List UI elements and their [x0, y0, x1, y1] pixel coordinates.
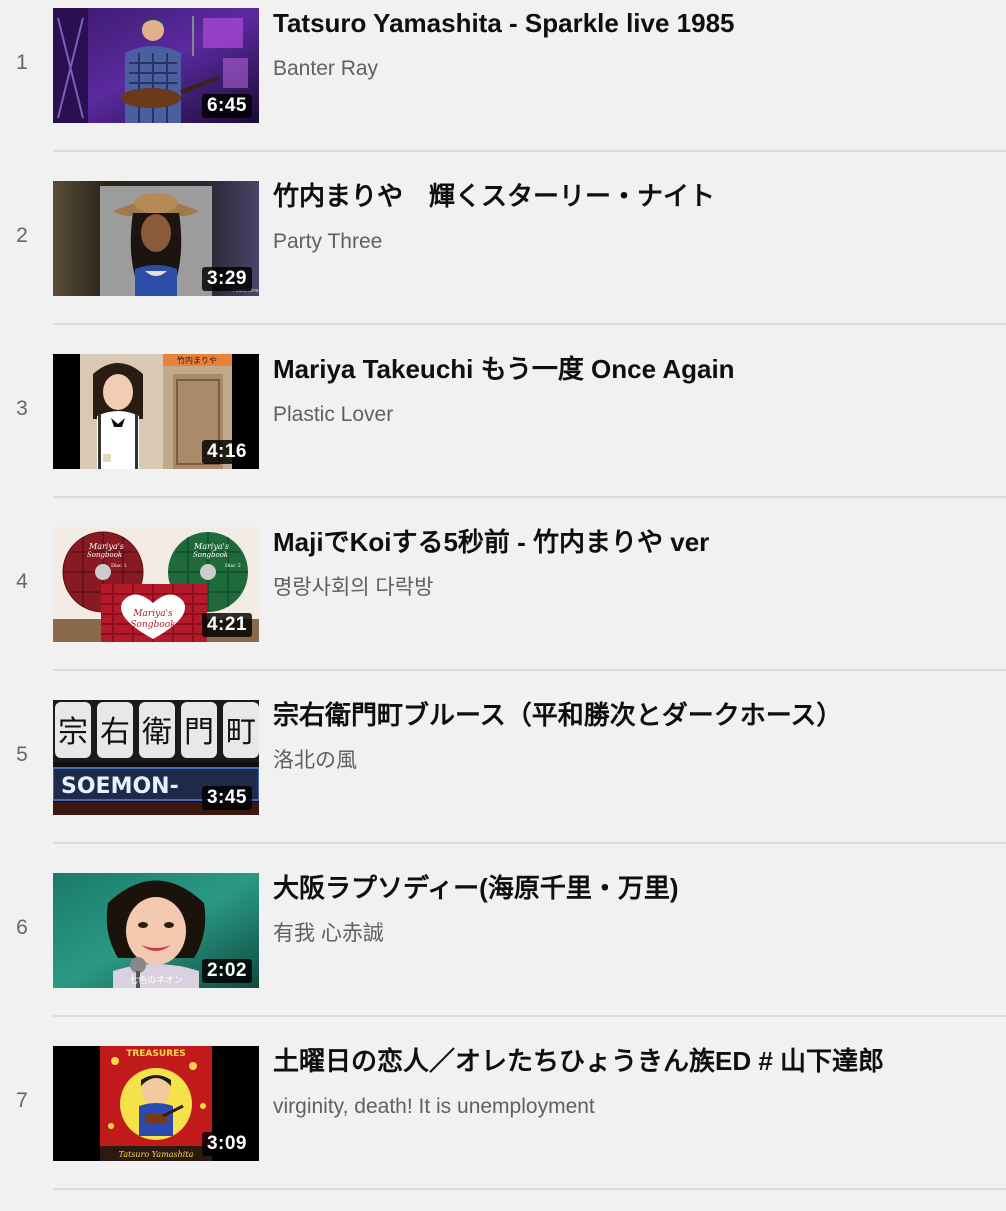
video-thumbnail[interactable]: TREASURES Tatsuro Yamashita 3:09: [53, 1046, 259, 1161]
video-title[interactable]: Tatsuro Yamashita - Sparkle live 1985: [273, 6, 993, 40]
video-duration: 4:21: [201, 613, 252, 637]
svg-text:TREASURES: TREASURES: [126, 1049, 186, 1059]
video-duration: 3:09: [201, 1132, 252, 1156]
item-index: 4: [16, 570, 28, 593]
svg-text:宗: 宗: [58, 715, 88, 750]
video-title[interactable]: Mariya Takeuchi もう一度 Once Again: [273, 352, 993, 386]
svg-text:Songbook: Songbook: [193, 551, 228, 559]
row-divider: [53, 842, 1006, 844]
video-thumbnail[interactable]: 七色のネオン 2:02: [53, 873, 259, 988]
row-divider: [53, 1188, 1006, 1190]
video-title[interactable]: 宗右衛門町ブルース（平和勝次とダークホース）: [273, 698, 993, 732]
svg-text:七色のネオン: 七色のネオン: [129, 974, 183, 986]
video-thumbnail[interactable]: 6:45: [53, 8, 259, 123]
playlist-item[interactable]: 1 6:45 Tatsuro Yamashita - Sparkle live …: [0, 0, 1006, 173]
item-index: 3: [16, 397, 28, 420]
playlist-item[interactable]: 2 PowerDire 3:29 竹内まりや 輝くスターリー・ナイト Party…: [0, 173, 1006, 346]
row-divider: [53, 1015, 1006, 1017]
playlist: 1 6:45 Tatsuro Yamashita - Sparkle live …: [0, 0, 1006, 1200]
svg-text:SOEMON-: SOEMON-: [61, 774, 179, 799]
video-thumbnail[interactable]: 宗 右 衛 門 町 SOEMON- 3:45: [53, 700, 259, 815]
svg-text:門: 門: [184, 715, 214, 750]
row-divider: [53, 669, 1006, 671]
channel-name[interactable]: 명랑사회의 다락방: [273, 575, 433, 601]
video-title[interactable]: 大阪ラプソディー(海原千里・万里): [273, 871, 993, 905]
svg-text:Mariya's: Mariya's: [132, 609, 173, 619]
video-thumbnail[interactable]: PowerDirector 3:29: [53, 181, 259, 296]
video-title[interactable]: 土曜日の恋人／オレたちひょうきん族ED # 山下達郎: [273, 1044, 993, 1078]
video-thumbnail[interactable]: 竹内まりや 4:16: [53, 354, 259, 469]
item-index: 2: [16, 224, 28, 247]
playlist-item[interactable]: 3 竹内まりや 4:16 Mariya Takeuchi もう一度 Once A…: [0, 346, 1006, 519]
svg-text:右: 右: [100, 715, 130, 750]
channel-name[interactable]: Party Three: [273, 229, 382, 255]
row-divider: [53, 496, 1006, 498]
channel-name[interactable]: virginity, death! It is unemployment: [273, 1094, 595, 1120]
video-title[interactable]: 竹内まりや 輝くスターリー・ナイト: [273, 179, 993, 213]
item-index: 7: [16, 1089, 28, 1112]
item-index: 5: [16, 743, 28, 766]
playlist-item[interactable]: 5 宗 右 衛 門 町 SOEMON- 3:45 宗右衛門町ブルース（平和勝次と…: [0, 692, 1006, 865]
row-divider: [53, 150, 1006, 152]
svg-text:Songbook: Songbook: [130, 620, 175, 630]
item-index: 6: [16, 916, 28, 939]
channel-name[interactable]: 有我 心赤誠: [273, 921, 384, 947]
svg-text:衛: 衛: [142, 715, 172, 750]
svg-text:町: 町: [226, 715, 256, 750]
video-duration: 4:16: [201, 440, 252, 464]
svg-text:竹内まりや: 竹内まりや: [177, 355, 217, 365]
svg-text:Songbook: Songbook: [87, 551, 122, 559]
channel-name[interactable]: Banter Ray: [273, 56, 378, 82]
channel-name[interactable]: Plastic Lover: [273, 402, 393, 428]
svg-text:Disc 1: Disc 1: [111, 563, 127, 569]
video-title[interactable]: MajiでKoiする5秒前 - 竹内まりや ver: [273, 525, 993, 559]
item-index: 1: [16, 51, 28, 74]
svg-text:Disc 2: Disc 2: [225, 563, 241, 569]
video-duration: 6:45: [201, 94, 252, 118]
svg-text:Tatsuro Yamashita: Tatsuro Yamashita: [119, 1150, 194, 1159]
video-thumbnail[interactable]: Mariya's Songbook Disc 1 Mariya's Songbo…: [53, 527, 259, 642]
video-duration: 3:45: [201, 786, 252, 810]
playlist-item[interactable]: 6 七色のネオン 2:02 大阪ラプソディー(海原千里・万里) 有我 心赤誠: [0, 865, 1006, 1038]
video-duration: 2:02: [201, 959, 252, 983]
row-divider: [53, 323, 1006, 325]
channel-name[interactable]: 洛北の風: [273, 748, 357, 774]
video-duration: 3:29: [201, 267, 252, 291]
playlist-item[interactable]: 7 TREASURES Tatsuro Yamashita 3:09 土曜日の恋…: [0, 1038, 1006, 1211]
playlist-item[interactable]: 4 Mariya's Songbook Disc 1 Mariya's Song…: [0, 519, 1006, 692]
svg-text:Mariya's: Mariya's: [88, 542, 124, 551]
svg-text:Mariya's: Mariya's: [193, 542, 229, 551]
